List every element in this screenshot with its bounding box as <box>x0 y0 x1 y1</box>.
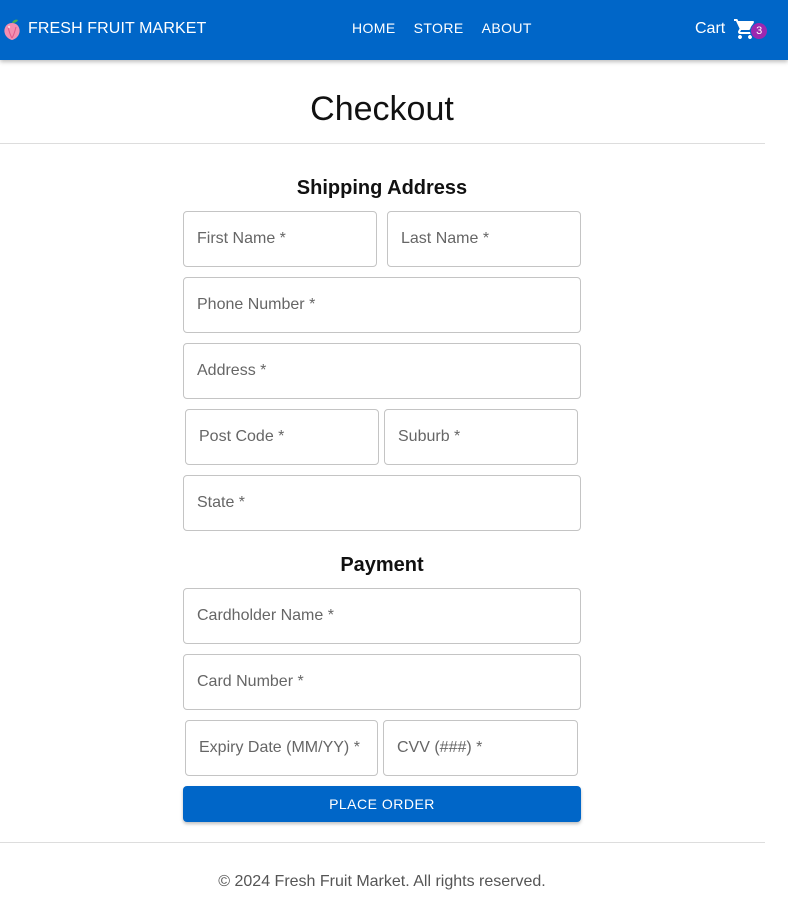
state-input[interactable] <box>197 494 567 512</box>
nav-about[interactable]: ABOUT <box>482 20 532 38</box>
last-name-field[interactable] <box>387 211 581 267</box>
cart-icon-wrapper: 3 <box>733 16 769 42</box>
footer-divider <box>0 842 765 843</box>
phone-field[interactable] <box>183 277 581 333</box>
expiry-date-input[interactable] <box>199 739 364 757</box>
suburb-input[interactable] <box>398 428 564 446</box>
cart-count-badge: 3 <box>750 22 769 40</box>
address-input[interactable] <box>197 362 567 380</box>
app-bar: FRESH FRUIT MARKET HOME STORE ABOUT Cart… <box>0 0 788 60</box>
phone-input[interactable] <box>197 296 567 314</box>
copyright-text: © 2024 Fresh Fruit Market. All rights re… <box>218 873 546 890</box>
first-name-field[interactable] <box>183 211 377 267</box>
nav-home[interactable]: HOME <box>352 20 396 38</box>
post-code-field[interactable] <box>185 409 379 465</box>
cvv-input[interactable] <box>397 739 564 757</box>
cart-label: Cart <box>695 20 726 37</box>
card-number-input[interactable] <box>197 673 567 691</box>
first-name-input[interactable] <box>197 230 363 248</box>
post-code-input[interactable] <box>199 428 365 446</box>
place-order-button[interactable]: PLACE ORDER <box>183 786 581 822</box>
card-number-field[interactable] <box>183 654 581 710</box>
divider <box>0 143 765 144</box>
address-field[interactable] <box>183 343 581 399</box>
cardholder-name-field[interactable] <box>183 588 581 644</box>
brand-name: FRESH FRUIT MARKET <box>28 20 207 37</box>
cvv-field[interactable] <box>383 720 578 776</box>
state-field[interactable] <box>183 475 581 531</box>
nav-store[interactable]: STORE <box>414 20 464 38</box>
page-title: Checkout <box>310 90 454 128</box>
payment-section-title: Payment <box>340 554 424 576</box>
brand[interactable]: FRESH FRUIT MARKET <box>2 18 206 40</box>
shipping-section-title: Shipping Address <box>296 177 468 199</box>
suburb-field[interactable] <box>384 409 578 465</box>
last-name-input[interactable] <box>401 230 567 248</box>
main-nav: HOME STORE ABOUT <box>352 20 532 38</box>
expiry-date-field[interactable] <box>185 720 378 776</box>
cardholder-name-input[interactable] <box>197 607 567 625</box>
fruit-logo-icon <box>4 19 20 40</box>
cart-button[interactable]: Cart 3 <box>695 16 769 42</box>
